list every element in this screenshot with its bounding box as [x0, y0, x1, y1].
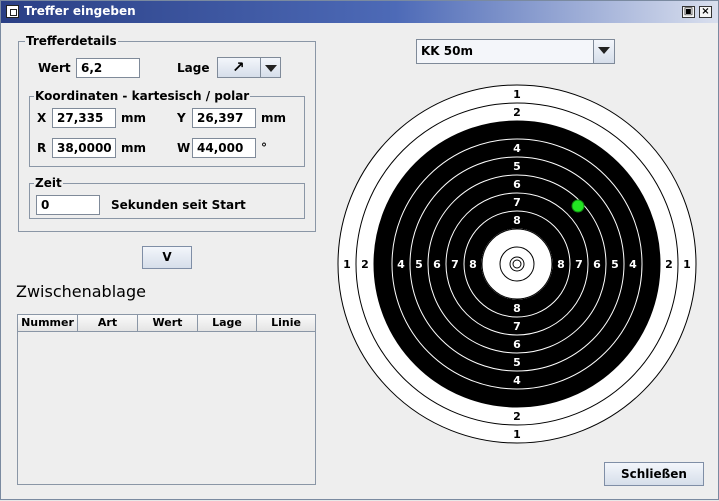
- ring-number-top-8: 8: [513, 214, 521, 227]
- target-center: [512, 259, 522, 269]
- ring-number-bottom-8: 8: [513, 302, 521, 315]
- close-button[interactable]: Schließen: [604, 462, 704, 486]
- dialog-window: Treffer eingeben ▣ × Trefferdetails Wert…: [0, 0, 719, 500]
- ring-number-right-6: 6: [593, 258, 601, 271]
- ring-number-top-3: 3: [513, 124, 521, 137]
- shooting-target[interactable]: 111 1222 2333 3444 4555 5666 6777 7888 8: [1, 1, 719, 501]
- ring-number-right-1: 1: [683, 258, 691, 271]
- ring-number-top-2: 2: [513, 106, 521, 119]
- ring-number-right-3: 3: [647, 258, 655, 271]
- ring-number-top-6: 6: [513, 178, 521, 191]
- ring-number-top-5: 5: [513, 160, 521, 173]
- ring-number-bottom-5: 5: [513, 356, 521, 369]
- ring-number-left-5: 5: [415, 258, 423, 271]
- ring-number-top-4: 4: [513, 142, 521, 155]
- ring-number-bottom-3: 3: [513, 392, 521, 405]
- ring-number-right-4: 4: [629, 258, 637, 271]
- ring-number-left-2: 2: [361, 258, 369, 271]
- ring-number-bottom-7: 7: [513, 320, 521, 333]
- ring-number-right-8: 8: [557, 258, 565, 271]
- ring-number-right-5: 5: [611, 258, 619, 271]
- ring-number-bottom-2: 2: [513, 410, 521, 423]
- ring-number-bottom-4: 4: [513, 374, 521, 387]
- ring-number-left-4: 4: [397, 258, 405, 271]
- ring-number-left-3: 3: [379, 258, 387, 271]
- ring-number-right-7: 7: [575, 258, 583, 271]
- ring-number-left-6: 6: [433, 258, 441, 271]
- ring-number-left-8: 8: [469, 258, 477, 271]
- hit-marker: [571, 199, 585, 213]
- ring-number-top-1: 1: [513, 88, 521, 101]
- ring-number-left-1: 1: [343, 258, 351, 271]
- ring-number-left-7: 7: [451, 258, 459, 271]
- ring-number-bottom-6: 6: [513, 338, 521, 351]
- ring-number-top-7: 7: [513, 196, 521, 209]
- ring-number-right-2: 2: [665, 258, 673, 271]
- ring-number-bottom-1: 1: [513, 428, 521, 441]
